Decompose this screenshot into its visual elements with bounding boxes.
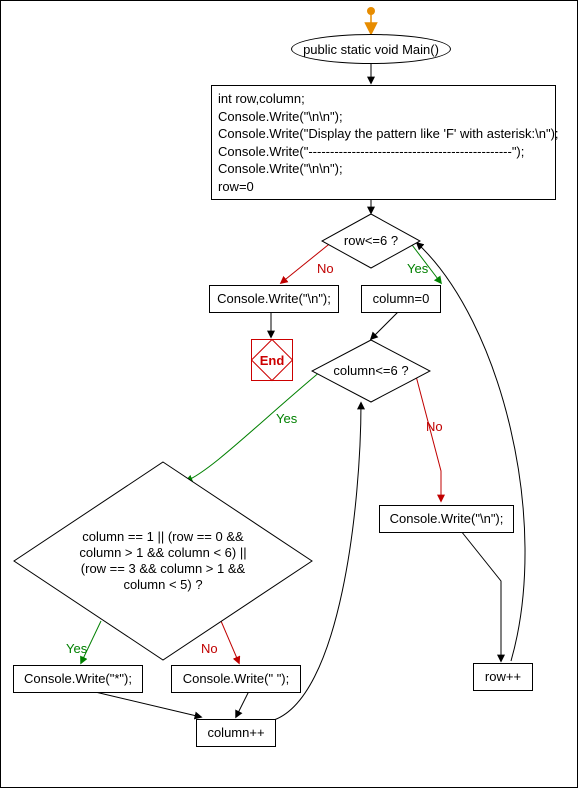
decision-condition: column == 1 || (row == 0 && column > 1 &… <box>13 461 313 661</box>
end-node: End <box>251 339 293 381</box>
decision-row-text: row<=6 ? <box>344 233 398 249</box>
decision-column: column<=6 ? <box>311 339 431 403</box>
edge-cond-no: No <box>201 641 218 656</box>
init-block: int row,column; Console.Write("\n\n"); C… <box>211 85 556 200</box>
action-write-newline-colloop: Console.Write("\n"); <box>379 505 514 533</box>
action-write-newline-rowloop: Console.Write("\n"); <box>209 285 339 313</box>
edge-row-no: No <box>317 261 334 276</box>
action-row-increment: row++ <box>473 663 533 691</box>
edge-row-yes: Yes <box>407 261 428 276</box>
flowchart-canvas: public static void Main() int row,column… <box>0 0 578 788</box>
end-label: End <box>260 353 285 368</box>
decision-condition-text: column == 1 || (row == 0 && column > 1 &… <box>73 529 253 594</box>
action-column-increment: column++ <box>196 719 276 747</box>
action-write-space: Console.Write(" "); <box>171 665 301 693</box>
action-write-star: Console.Write("*"); <box>13 665 143 693</box>
start-label: public static void Main() <box>303 42 439 57</box>
start-node: public static void Main() <box>291 34 451 64</box>
action-column-zero: column=0 <box>361 285 441 313</box>
decision-column-text: column<=6 ? <box>333 363 408 379</box>
edge-col-no: No <box>426 419 443 434</box>
edge-col-yes: Yes <box>276 411 297 426</box>
decision-row: row<=6 ? <box>321 213 421 269</box>
edge-cond-yes: Yes <box>66 641 87 656</box>
